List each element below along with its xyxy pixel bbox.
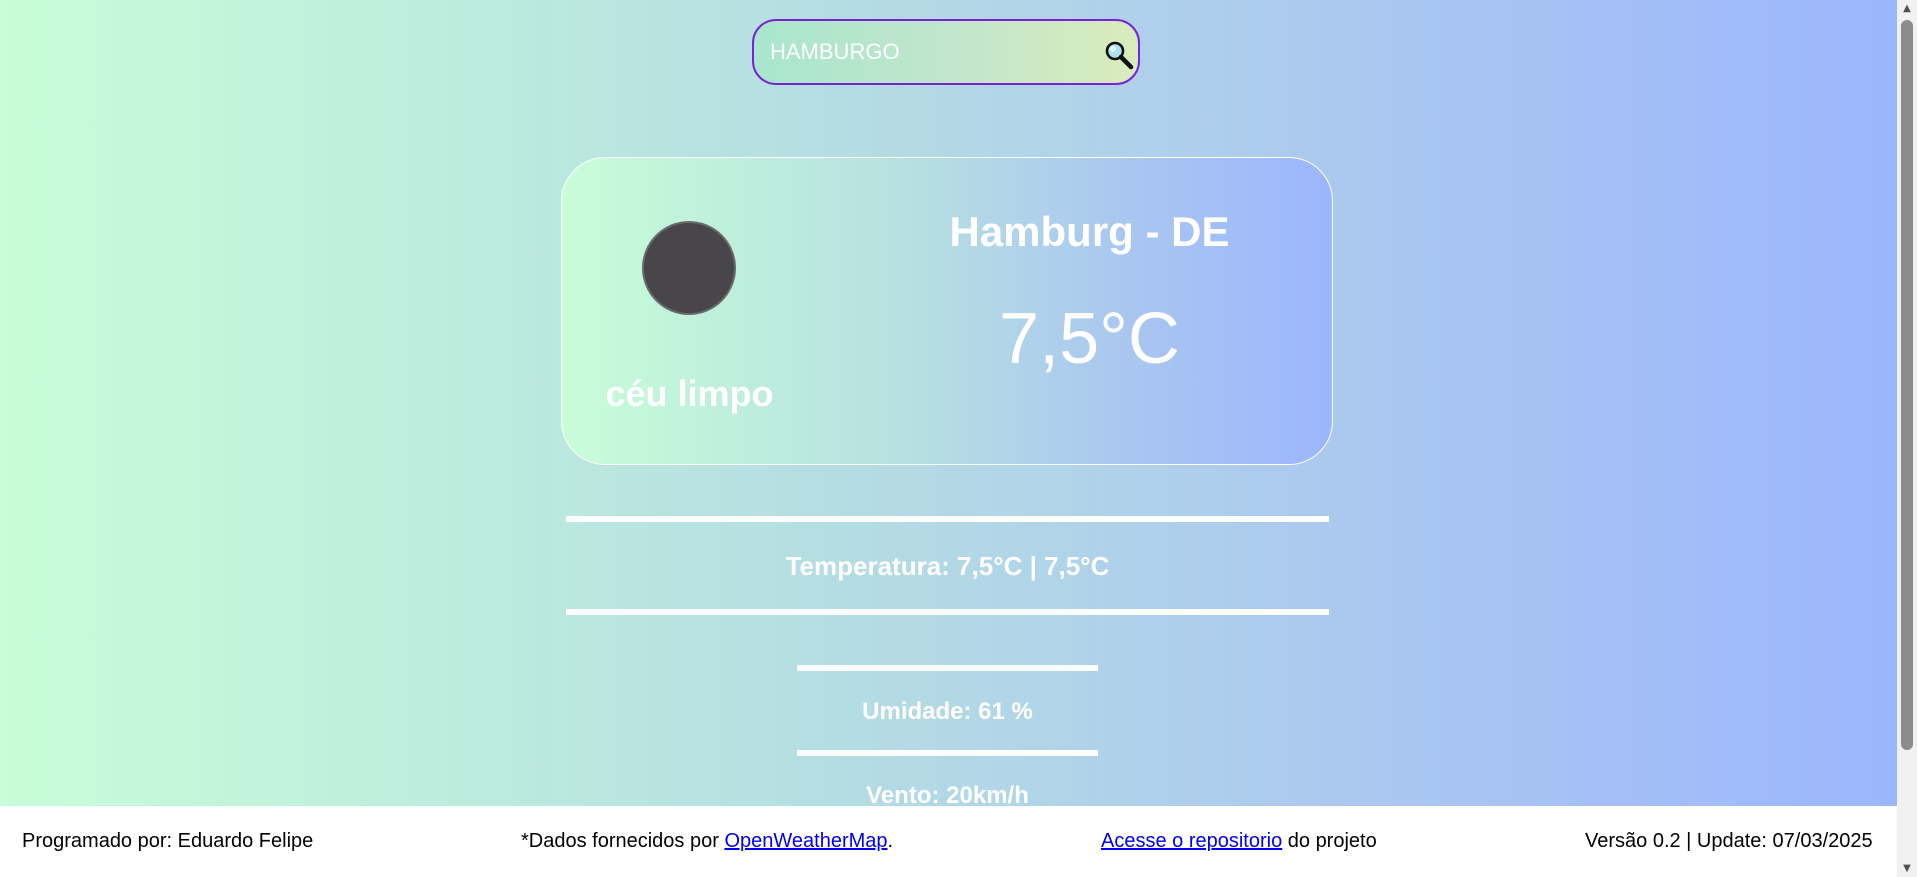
author-credit: Programado por: Eduardo Felipe	[22, 830, 313, 853]
scroll-up-icon[interactable]: ▲	[1897, 0, 1917, 17]
footer: Programado por: Eduardo Felipe *Dados fo…	[0, 806, 1897, 877]
vertical-scrollbar[interactable]: ▲ ▼	[1897, 0, 1917, 877]
divider	[566, 609, 1329, 615]
version-text: Versão 0.2 | Update: 07/03/2025	[1585, 830, 1873, 852]
scroll-thumb[interactable]	[1901, 20, 1913, 750]
repository-credit: Acesse o repositorio do projeto	[1101, 830, 1377, 853]
version-info: Versão 0.2 | Update: 07/03/2025	[1585, 830, 1873, 853]
weather-card: céu limpo Hamburg - DE 7,5°C	[561, 157, 1333, 465]
humidity-info: Umidade: 61 %	[862, 698, 1033, 725]
scroll-down-icon[interactable]: ▼	[1897, 860, 1917, 877]
weather-description: céu limpo	[605, 373, 774, 414]
search-input[interactable]	[770, 33, 1070, 71]
data-source-prefix: *Dados fornecidos por	[521, 830, 725, 852]
search-bar	[752, 19, 1140, 85]
openweathermap-link[interactable]: OpenWeatherMap	[724, 830, 887, 852]
divider	[566, 516, 1329, 522]
current-temperature: 7,5°C	[999, 299, 1180, 379]
weather-icon	[642, 221, 736, 315]
page-background: céu limpo Hamburg - DE 7,5°C Temperatura…	[0, 0, 1897, 877]
author-text: Programado por: Eduardo Felipe	[22, 830, 314, 852]
city-name: Hamburg - DE	[949, 208, 1230, 255]
repository-suffix: do projeto	[1282, 830, 1377, 852]
divider	[797, 750, 1098, 756]
temperature-info: Temperatura: 7,5°C | 7,5°C	[785, 551, 1110, 581]
repository-link[interactable]: Acesse o repositorio	[1101, 830, 1282, 852]
search-icon[interactable]	[1104, 40, 1134, 70]
divider	[797, 665, 1098, 671]
data-source-credit: *Dados fornecidos por OpenWeatherMap.	[521, 830, 893, 853]
data-source-suffix: .	[887, 830, 894, 852]
